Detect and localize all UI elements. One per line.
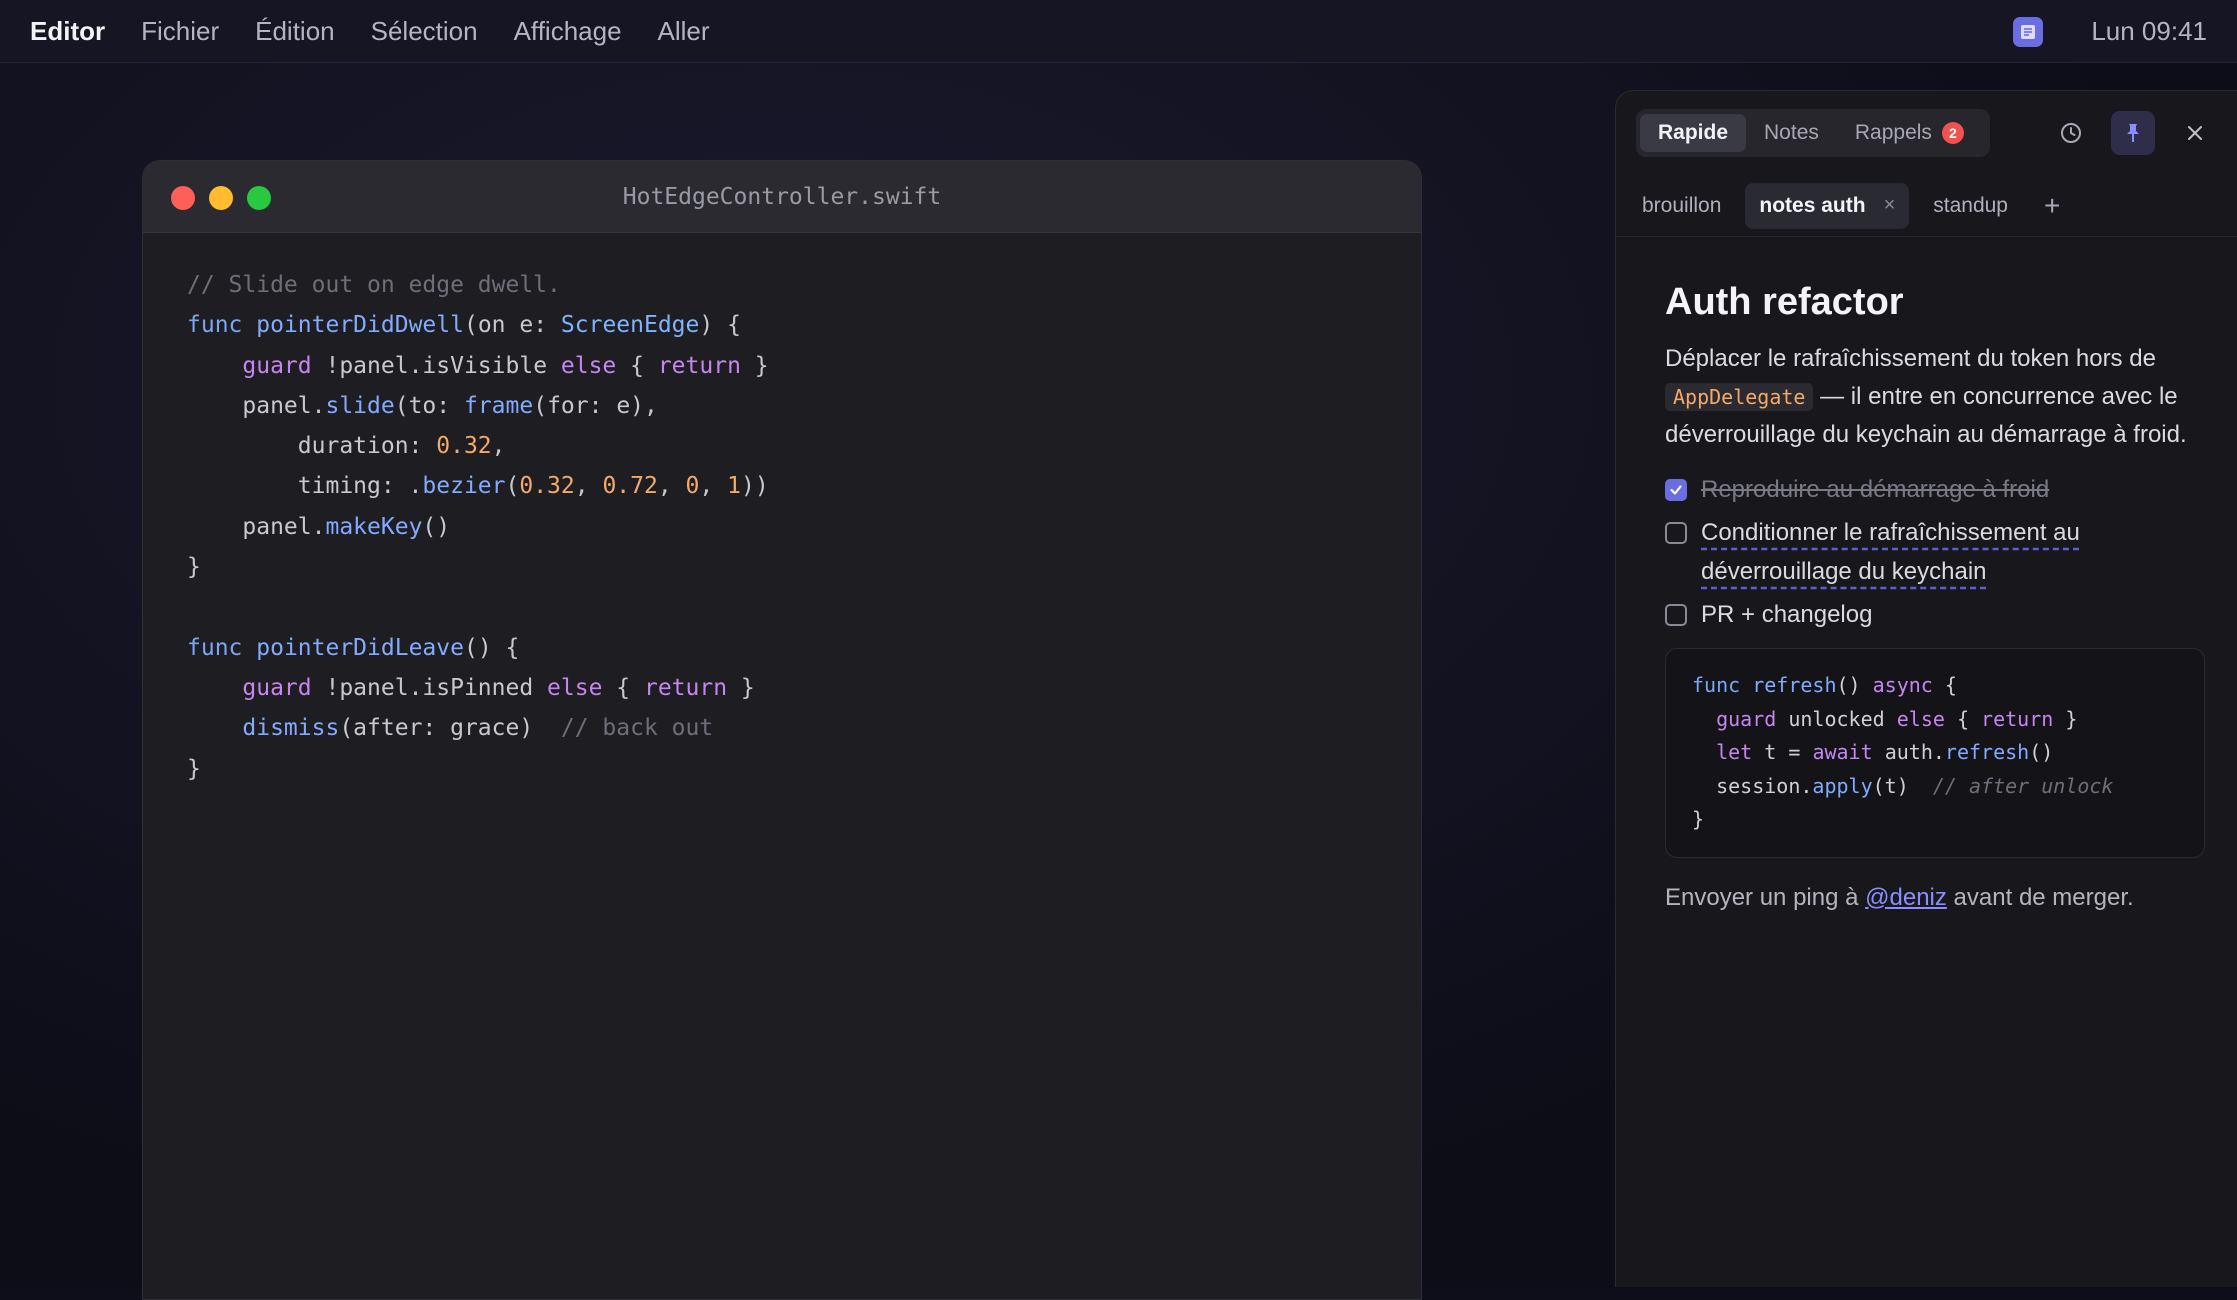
panel-mode-switcher: Rapide Notes Rappels 2 bbox=[1636, 109, 1990, 157]
tab-label: brouillon bbox=[1642, 193, 1722, 217]
code-line: duration: 0.32, bbox=[187, 433, 506, 460]
tab-label: notes auth bbox=[1759, 193, 1866, 217]
clock-icon bbox=[2061, 123, 2081, 143]
add-tab-button[interactable]: + bbox=[2032, 190, 2072, 222]
desktop: Editor Fichier Édition Sélection Afficha… bbox=[0, 0, 2237, 1300]
check-icon bbox=[1670, 485, 1682, 495]
tab-label: standup bbox=[1933, 193, 2008, 217]
todo-list: Reproduire au démarrage à froid Conditio… bbox=[1665, 470, 2205, 634]
segment-rapide[interactable]: Rapide bbox=[1640, 114, 1747, 152]
menu-bar: Editor Fichier Édition Sélection Afficha… bbox=[0, 0, 2237, 63]
close-icon bbox=[2188, 126, 2202, 140]
menu-selection[interactable]: Sélection bbox=[371, 16, 478, 47]
pin-icon bbox=[2127, 124, 2139, 142]
tab-brouillon[interactable]: brouillon bbox=[1628, 183, 1735, 229]
zoom-window-button[interactable] bbox=[247, 186, 271, 210]
todo-text: PR + changelog bbox=[1701, 601, 1873, 628]
note-tabs: brouillon notes auth × standup + bbox=[1616, 175, 2237, 237]
note-footer: Envoyer un ping à @deniz avant de merger… bbox=[1665, 883, 2134, 911]
todo-item: Conditionner le rafraîchissement au déve… bbox=[1665, 513, 2205, 591]
code-line: guard unlocked else { return } bbox=[1716, 706, 2078, 731]
rappels-count-badge: 2 bbox=[1941, 122, 1964, 144]
menu-fichier[interactable]: Fichier bbox=[141, 16, 219, 47]
close-panel-button[interactable] bbox=[2173, 111, 2217, 155]
todo-checkbox[interactable] bbox=[1665, 604, 1687, 626]
code-line: func pointerDidLeave() { bbox=[187, 634, 520, 661]
segment-notes[interactable]: Notes bbox=[1746, 114, 1837, 152]
close-tab-icon[interactable]: × bbox=[1884, 194, 1896, 217]
code-line: guard !panel.isVisible else { return } bbox=[242, 352, 769, 379]
editor-titlebar[interactable]: HotEdgeController.swift bbox=[143, 161, 1421, 233]
editor-filename: HotEdgeController.swift bbox=[622, 183, 942, 210]
mention-link[interactable]: @deniz bbox=[1865, 884, 1947, 911]
code-line: timing: .bezier(0.32, 0.72, 0, 1)) bbox=[187, 473, 769, 500]
tab-standup[interactable]: standup bbox=[1919, 183, 2022, 229]
code-line: panel.slide(to: frame(for: e), bbox=[187, 392, 658, 419]
code-editor[interactable]: // Slide out on edge dwell. func pointerD… bbox=[143, 233, 1421, 821]
code-line: session.apply(t) // after unlock bbox=[1692, 773, 2114, 798]
quick-notes-panel: Rapide Notes Rappels 2 brouillon notes a… bbox=[1615, 90, 2237, 1287]
tab-notes-auth[interactable]: notes auth × bbox=[1745, 182, 1910, 229]
code-line: } bbox=[187, 554, 201, 581]
code-line: func refresh() async { bbox=[1692, 673, 1957, 697]
todo-text: Reproduire au démarrage à froid bbox=[1701, 476, 2050, 503]
segment-label: Notes bbox=[1764, 121, 1819, 144]
code-line: guard !panel.isPinned else { return } bbox=[242, 674, 755, 701]
pin-button[interactable] bbox=[2111, 111, 2155, 155]
note-title: Auth refactor bbox=[1665, 281, 1904, 323]
menu-affichage[interactable]: Affichage bbox=[514, 16, 622, 47]
menubar-clock: Lun 09:41 bbox=[2091, 16, 2207, 46]
code-line: func pointerDidDwell(on e: ScreenEdge) { bbox=[187, 312, 741, 339]
minimize-window-button[interactable] bbox=[209, 186, 233, 210]
notes-tray-icon[interactable] bbox=[2013, 16, 2044, 47]
menu-aller[interactable]: Aller bbox=[658, 16, 710, 47]
todo-checkbox[interactable] bbox=[1665, 522, 1687, 544]
code-line: dismiss(after: grace) // back out bbox=[242, 715, 714, 742]
code-line: let t = await auth.refresh() bbox=[1716, 740, 2054, 764]
note-code-block: func refresh() async { guard unlocked el… bbox=[1665, 648, 2205, 858]
code-line: // Slide out on edge dwell. bbox=[187, 272, 561, 298]
note-paragraph: Déplacer le rafraîchissement du token ho… bbox=[1665, 345, 2187, 448]
note-content[interactable]: Auth refactor Déplacer le rafraîchisseme… bbox=[1665, 281, 2205, 912]
inline-code: AppDelegate bbox=[1665, 383, 1814, 411]
segment-label: Rappels bbox=[1854, 121, 1932, 144]
todo-text: Conditionner le rafraîchissement au déve… bbox=[1701, 519, 2080, 585]
segment-label: Rapide bbox=[1658, 121, 1729, 144]
menu-edition[interactable]: Édition bbox=[255, 16, 335, 47]
todo-checkbox[interactable] bbox=[1665, 479, 1687, 501]
todo-item: Reproduire au démarrage à froid bbox=[1665, 470, 2205, 509]
code-line: panel.makeKey() bbox=[187, 513, 451, 540]
close-window-button[interactable] bbox=[171, 186, 195, 210]
app-menu[interactable]: Editor bbox=[30, 16, 105, 47]
segment-rappels[interactable]: Rappels 2 bbox=[1837, 114, 1982, 152]
history-button[interactable] bbox=[2049, 111, 2093, 155]
code-line: } bbox=[1692, 807, 1705, 831]
editor-window: HotEdgeController.swift // Slide out on … bbox=[142, 160, 1422, 1300]
todo-item: PR + changelog bbox=[1665, 595, 2205, 634]
code-line: } bbox=[187, 755, 201, 782]
